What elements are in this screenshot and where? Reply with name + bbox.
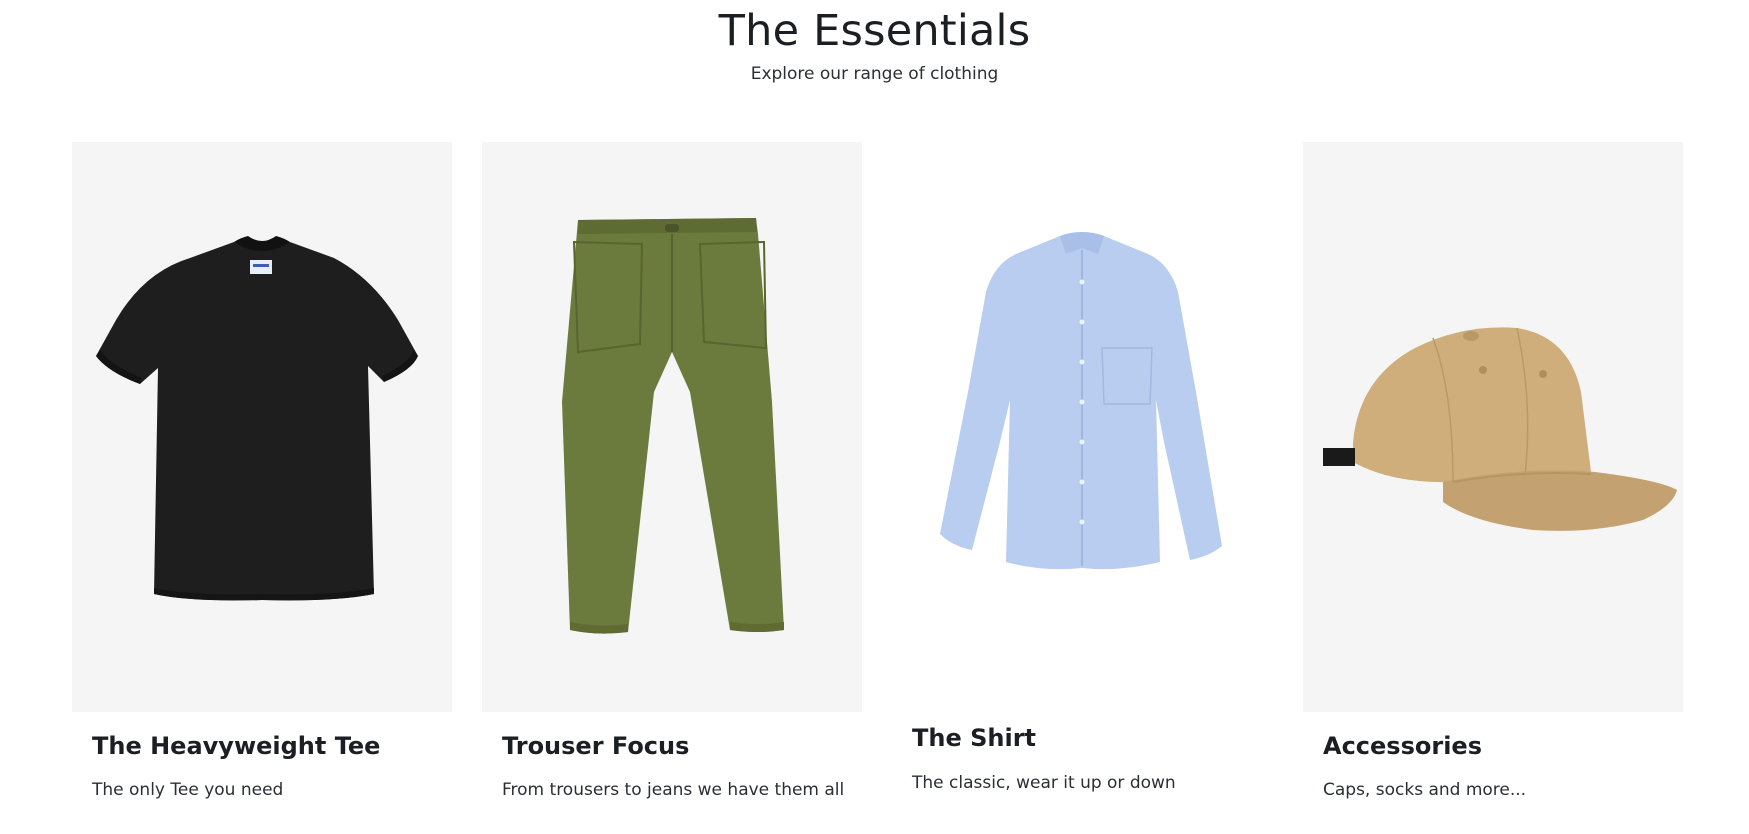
green-trousers-image [562, 218, 784, 634]
card-title[interactable]: Trouser Focus [502, 730, 689, 762]
card-title[interactable]: Accessories [1323, 730, 1482, 762]
card-title[interactable]: The Heavyweight Tee [92, 730, 380, 762]
card-image[interactable] [482, 142, 862, 712]
category-card-heavyweight-tee[interactable]: The Heavyweight Tee The only Tee you nee… [72, 142, 452, 834]
card-image[interactable] [892, 142, 1272, 712]
page-subtitle: Explore our range of clothing [750, 64, 999, 84]
card-title[interactable]: The Shirt [912, 722, 1036, 754]
card-description: The only Tee you need [92, 780, 284, 800]
card-description: The classic, wear it up or down [912, 773, 1176, 793]
category-card-accessories[interactable]: Accessories Caps, socks and more... [1303, 142, 1683, 834]
card-description: Caps, socks and more... [1323, 780, 1527, 800]
blue-shirt-image [940, 232, 1222, 570]
tan-cap-image [1323, 327, 1677, 531]
category-card-the-shirt[interactable]: The Shirt The classic, wear it up or dow… [892, 142, 1272, 834]
page-title: The Essentials [718, 6, 1031, 56]
category-card-trouser-focus[interactable]: Trouser Focus From trousers to jeans we … [482, 142, 862, 834]
card-image[interactable] [1303, 142, 1683, 712]
card-description: From trousers to jeans we have them all [502, 780, 845, 800]
black-tshirt-image [96, 236, 418, 601]
card-image[interactable] [72, 142, 452, 712]
